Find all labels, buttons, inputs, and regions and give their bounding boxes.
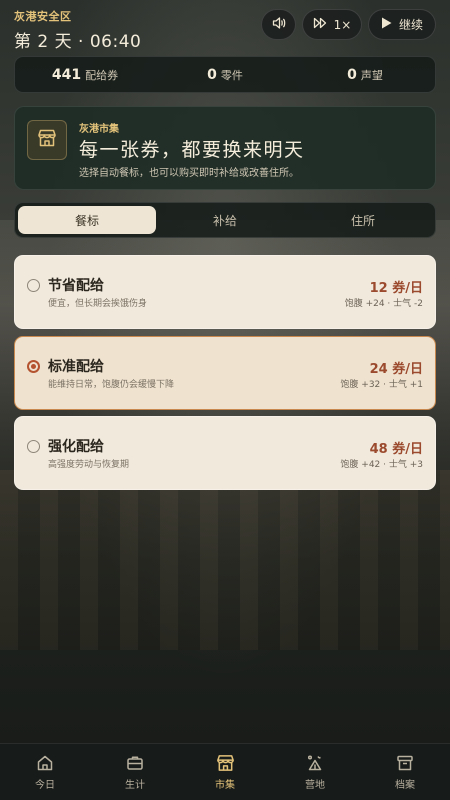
ration-description: 便宜，但长期会挨饿伤身: [48, 299, 148, 309]
radio-button[interactable]: [27, 440, 40, 453]
home-icon: [36, 754, 54, 772]
ration-effect: 饱腹 +32 · 士气 +1: [340, 380, 423, 390]
ration-effect: 饱腹 +42 · 士气 +3: [340, 460, 423, 470]
nav-label: 档案: [395, 779, 415, 791]
play-icon: [381, 17, 392, 32]
resource-ration-vouchers: 441 配给券: [15, 67, 155, 83]
nav-label: 生计: [125, 779, 145, 791]
ration-description: 高强度劳动与恢复期: [48, 460, 130, 470]
resource-value: 0: [347, 66, 357, 83]
speaker-icon: [271, 15, 287, 34]
nav-label: 营地: [305, 779, 325, 791]
ration-price: 12 券/日: [369, 281, 423, 296]
market-tabs: 餐标 补给 住所: [14, 202, 436, 238]
nav-item-archive[interactable]: 档案: [360, 744, 450, 800]
tab-rations[interactable]: 餐标: [18, 206, 156, 234]
resource-bar: 441 配给券 0 零件 0 声望: [14, 56, 436, 93]
market-title: 每一张券，都要换来明天: [79, 139, 305, 161]
speed-label: 1×: [333, 17, 352, 32]
ration-option-enhanced[interactable]: 强化配给 高强度劳动与恢复期 48 券/日 饱腹 +42 · 士气 +3: [14, 416, 436, 490]
ration-name: 强化配给: [48, 439, 104, 455]
nav-item-camp[interactable]: 营地: [270, 744, 360, 800]
briefcase-icon: [126, 754, 144, 772]
shop-icon: [37, 129, 57, 151]
shop-icon: [216, 754, 235, 772]
fast-forward-icon: [313, 17, 328, 32]
time-controls: 1× 继续: [261, 9, 436, 40]
ration-effect: 饱腹 +24 · 士气 -2: [344, 299, 423, 309]
resource-label: 配给券: [85, 68, 119, 82]
resource-reputation: 0 声望: [295, 67, 435, 83]
radio-button[interactable]: [27, 279, 40, 292]
nav-item-market[interactable]: 市集: [180, 744, 270, 800]
top-bar: 灰港安全区 第 2 天 · 06:40 1× 继续: [14, 8, 436, 52]
ration-option-standard[interactable]: 标准配给 能维持日常，饱腹仍会缓慢下降 24 券/日 饱腹 +32 · 士气 +…: [14, 336, 436, 410]
resource-parts: 0 零件: [155, 67, 295, 83]
market-tag: 灰港市集: [79, 124, 119, 135]
nav-item-today[interactable]: 今日: [0, 744, 90, 800]
camp-icon: [306, 754, 324, 772]
archive-icon: [396, 754, 414, 772]
resource-label: 零件: [220, 68, 243, 82]
resource-value: 441: [51, 66, 82, 83]
sound-button[interactable]: [261, 9, 296, 40]
resource-value: 0: [207, 66, 217, 83]
market-description: 选择自动餐标，也可以购买即时补给或改善住所。: [79, 168, 299, 179]
market-panel: 灰港市集 每一张券，都要换来明天 选择自动餐标，也可以购买即时补给或改善住所。: [14, 106, 436, 190]
speed-button[interactable]: 1×: [302, 9, 362, 40]
nav-item-livelihood[interactable]: 生计: [90, 744, 180, 800]
ration-name: 标准配给: [48, 359, 104, 375]
tab-supplies[interactable]: 补给: [156, 206, 294, 234]
ration-price: 24 券/日: [369, 362, 423, 377]
ration-description: 能维持日常，饱腹仍会缓慢下降: [48, 380, 175, 390]
ration-name: 节省配给: [48, 278, 104, 294]
ration-option-economy[interactable]: 节省配给 便宜，但长期会挨饿伤身 12 券/日 饱腹 +24 · 士气 -2: [14, 255, 436, 329]
market-badge: [27, 120, 67, 160]
nav-label: 今日: [35, 779, 55, 791]
ration-price: 48 券/日: [369, 442, 423, 457]
bottom-nav: 今日 生计 市集 营地 档案: [0, 743, 450, 800]
continue-label: 继续: [398, 18, 423, 32]
nav-label: 市集: [215, 779, 235, 791]
background-market-stalls: [0, 470, 450, 650]
radio-button-selected[interactable]: [27, 360, 40, 373]
continue-button[interactable]: 继续: [368, 9, 436, 40]
tab-housing[interactable]: 住所: [294, 206, 432, 234]
resource-label: 声望: [360, 68, 383, 82]
